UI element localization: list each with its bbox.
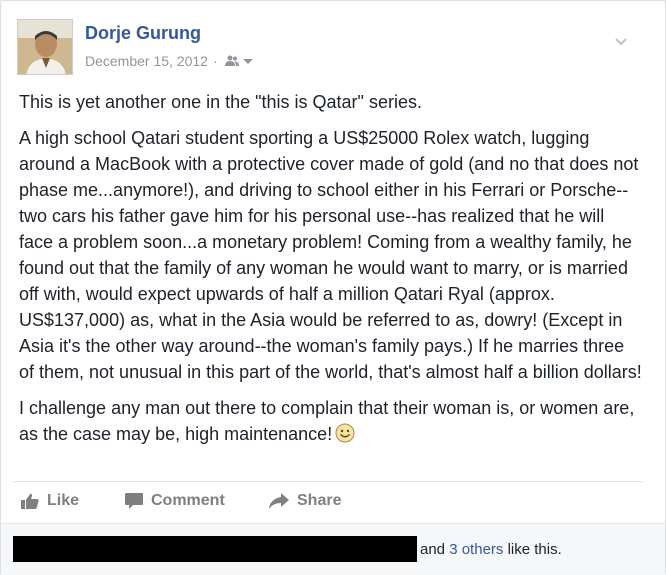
- post-paragraph: I challenge any man out there to complai…: [19, 395, 643, 450]
- avatar[interactable]: [17, 19, 73, 75]
- likes-prefix: and: [420, 541, 446, 558]
- meta-separator: ·: [212, 53, 218, 69]
- post-paragraph: A high school Qatari student sporting a …: [19, 128, 642, 382]
- likes-suffix: like this.: [507, 541, 562, 558]
- comment-label: Comment: [151, 492, 225, 509]
- like-label: Like: [47, 492, 80, 509]
- post-meta: December 15, 2012 ·: [85, 53, 254, 69]
- post-paragraph-text: I challenge any man out there to complai…: [19, 398, 635, 444]
- post-header: Dorje Gurung December 15, 2012 ·: [17, 15, 647, 75]
- chevron-down-icon: [615, 38, 627, 46]
- chevron-down-icon: [242, 59, 253, 64]
- others-link[interactable]: 3 others: [449, 541, 503, 558]
- friends-icon: [224, 55, 239, 66]
- comment-icon: [125, 493, 143, 509]
- post-paragraph: This is yet another one in the "this is …: [19, 92, 422, 112]
- post-body: This is yet another one in the "this is …: [19, 89, 643, 460]
- author-name[interactable]: Dorje Gurung: [85, 23, 201, 44]
- share-button[interactable]: Share: [269, 492, 341, 510]
- thumbs-up-icon: [21, 493, 39, 509]
- likes-summary: and 3 others like this.: [1, 523, 665, 575]
- share-label: Share: [297, 492, 342, 509]
- likes-text: and 3 others like this.: [420, 541, 562, 558]
- post-date[interactable]: December 15, 2012: [85, 53, 208, 69]
- smiley-icon: [335, 423, 355, 450]
- audience-selector[interactable]: [224, 55, 254, 67]
- comment-button[interactable]: Comment: [125, 492, 225, 510]
- like-button[interactable]: Like: [21, 492, 79, 510]
- post-actions: Like Comment Share: [13, 481, 643, 523]
- redacted-names: [13, 536, 417, 562]
- post-card: Dorje Gurung December 15, 2012 · This is…: [0, 0, 666, 575]
- post-options-button[interactable]: [613, 33, 629, 49]
- share-arrow-icon: [269, 493, 289, 509]
